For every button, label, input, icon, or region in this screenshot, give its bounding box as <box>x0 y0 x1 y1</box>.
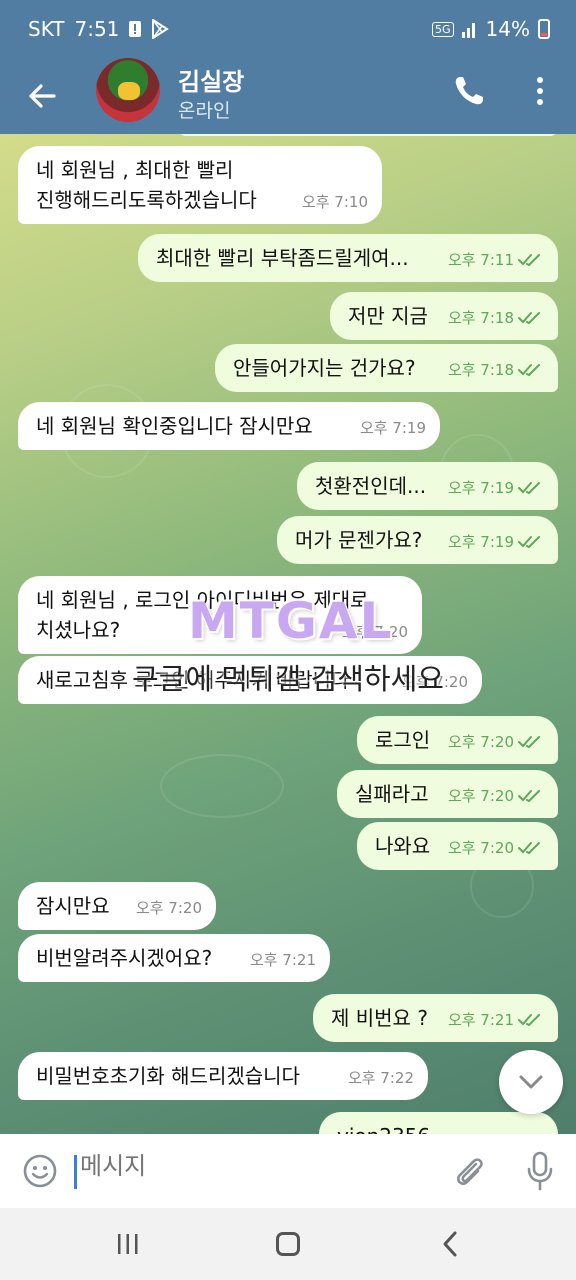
signal-icon <box>461 23 475 38</box>
incoming-message[interactable]: 비번알려주시겠어요? 오후 7:21 <box>18 934 330 982</box>
message-meta: 오후 7:20 <box>448 781 544 811</box>
message-list[interactable]: 네 회원님 , 최대한 빨리 진행해드리도록하겠습니다 오후 7:10 최대한 빨리 … <box>0 134 576 1134</box>
outgoing-message[interactable]: 안들어가지는 건가요? 오후 7:18 <box>215 344 558 392</box>
message-time: 오후 7:22 <box>347 1069 414 1087</box>
double-check-icon <box>518 254 540 267</box>
outgoing-message[interactable]: 첫환전인데... 오후 7:19 <box>297 462 558 510</box>
system-nav-bar <box>0 1208 576 1280</box>
alert-icon <box>129 21 142 37</box>
microphone-icon[interactable] <box>526 1151 554 1191</box>
double-check-icon <box>518 482 540 495</box>
carrier-label: SKT <box>28 17 65 41</box>
message-text: 네 회원님 , 최대한 빨리 <box>36 158 234 182</box>
message-time: 오후 7:18 <box>447 361 514 379</box>
previous-message-edge <box>180 134 556 136</box>
home-icon[interactable] <box>276 1232 300 1256</box>
message-time: 오후 7:19 <box>359 419 426 437</box>
outgoing-message[interactable]: 나와요 오후 7:20 <box>357 822 558 870</box>
double-check-icon <box>518 1014 540 1027</box>
paperclip-icon[interactable] <box>452 1152 486 1190</box>
watermark-logo: MTGAL <box>188 592 394 650</box>
outgoing-message[interactable]: 최대한 빨리 부탁좀드릴게여... 오후 7:11 <box>138 234 558 282</box>
message-meta: 오후 7:18 <box>448 303 544 333</box>
message-time: 오후 7:21 <box>447 1011 514 1029</box>
double-check-icon <box>518 536 540 549</box>
message-meta: 오후 7:20 <box>136 893 202 923</box>
message-meta: 오후 7:19 <box>448 473 544 503</box>
message-time: 오후 7:21 <box>249 951 316 969</box>
message-time: 오후 7:10 <box>301 193 368 211</box>
avatar[interactable] <box>96 58 160 122</box>
battery-percent: 14% <box>485 17 530 41</box>
incoming-message[interactable]: 네 회원님 , 최대한 빨리 진행해드리도록하겠습니다 오후 7:10 <box>18 146 382 224</box>
chat-header: 김실장 온라인 <box>0 58 576 134</box>
message-text: yjon2356 <box>337 1121 540 1134</box>
message-time: 오후 7:11 <box>447 251 514 269</box>
message-time: 오후 7:20 <box>447 733 514 751</box>
status-right: 5G 14% <box>432 17 550 41</box>
battery-icon <box>538 19 550 39</box>
message-meta: 오후 7:20 <box>448 833 544 863</box>
recent-apps-icon[interactable] <box>116 1232 140 1256</box>
double-check-icon <box>518 790 540 803</box>
double-check-icon <box>518 842 540 855</box>
message-time: 오후 7:20 <box>135 899 202 917</box>
message-meta: 오후 7:19 <box>448 527 544 557</box>
double-check-icon <box>518 736 540 749</box>
smiley-icon[interactable] <box>22 1153 58 1189</box>
composer <box>0 1134 576 1208</box>
status-left: SKT 7:51 <box>28 17 170 41</box>
outgoing-message[interactable]: 저만 지금 오후 7:18 <box>330 292 558 340</box>
message-time: 오후 7:18 <box>447 309 514 327</box>
message-time: 오후 7:19 <box>447 479 514 497</box>
outgoing-message[interactable]: 로그인 오후 7:20 <box>357 716 558 764</box>
contact-name[interactable]: 김실장 <box>178 62 244 97</box>
message-meta: 오후 7:21 <box>448 1005 544 1035</box>
outgoing-message[interactable]: 제 비번요 ? 오후 7:21 <box>313 994 558 1042</box>
incoming-message[interactable]: 네 회원님 확인중입니다 잠시만요 오후 7:19 <box>18 402 440 450</box>
nav-back-icon[interactable] <box>440 1230 460 1258</box>
more-vertical-icon[interactable] <box>530 74 550 108</box>
background-doodle <box>160 754 284 818</box>
double-check-icon <box>518 364 540 377</box>
arrow-left-icon[interactable] <box>24 78 60 114</box>
message-meta: 오후 7:20 <box>448 727 544 757</box>
watermark-text: 구글에 먹튀갤 검색하세요 <box>132 662 444 696</box>
clock: 7:51 <box>74 17 120 41</box>
message-time: 오후 7:20 <box>447 787 514 805</box>
message-meta: 오후 7:10 <box>302 187 368 217</box>
message-meta: 오후 7:18 <box>448 355 544 385</box>
scroll-down-button[interactable] <box>499 1050 563 1114</box>
status-bar: SKT 7:51 5G 14% <box>0 0 576 58</box>
message-meta: 오후 7:19 <box>360 413 426 443</box>
presence-status: 온라인 <box>178 100 231 122</box>
play-store-icon <box>152 19 170 39</box>
chevron-down-icon <box>519 1075 543 1089</box>
text-cursor <box>74 1155 77 1189</box>
outgoing-message[interactable]: yjon2356 <box>319 1112 558 1134</box>
outgoing-message[interactable]: 머가 문젠가요? 오후 7:19 <box>277 516 558 564</box>
outgoing-message[interactable]: 실패라고 오후 7:20 <box>337 770 558 818</box>
network-badge: 5G <box>432 21 454 37</box>
message-meta: 오후 7:21 <box>250 945 316 975</box>
phone-icon[interactable] <box>452 74 486 108</box>
double-check-icon <box>518 312 540 325</box>
message-time: 오후 7:19 <box>447 533 514 551</box>
message-meta: 오후 7:22 <box>348 1063 414 1093</box>
message-time: 오후 7:20 <box>447 839 514 857</box>
message-input[interactable] <box>80 1152 380 1180</box>
incoming-message[interactable]: 비밀번호초기화 해드리겠습니다 오후 7:22 <box>18 1052 428 1100</box>
incoming-message[interactable]: 잠시만요 오후 7:20 <box>18 882 216 930</box>
avatar-face <box>118 82 140 100</box>
message-meta: 오후 7:11 <box>448 245 544 275</box>
